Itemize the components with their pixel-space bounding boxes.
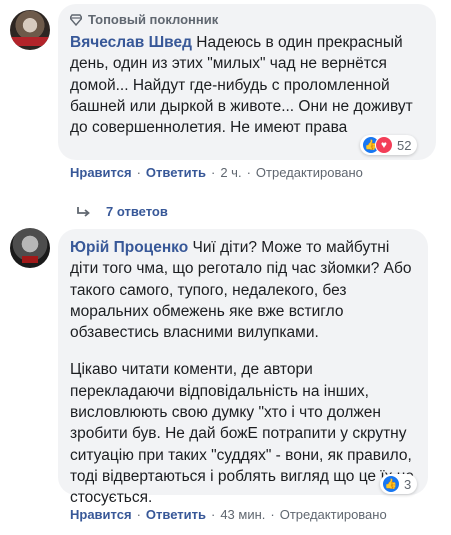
comment-time[interactable]: 43 мин. (220, 507, 265, 522)
comment-author[interactable]: Вячеслав Швед (70, 34, 192, 51)
comment-text: Вячеслав Швед Надеюсь в один прекрасный … (70, 32, 425, 138)
replies-label: 7 ответов (106, 204, 168, 219)
top-fan-badge: Топовый поклонник (70, 12, 218, 27)
like-icon: 👍 (382, 475, 400, 493)
avatar[interactable] (10, 10, 50, 50)
comment-author[interactable]: Юрій Проценко (70, 239, 188, 256)
love-icon: ♥ (375, 136, 393, 154)
reply-button[interactable]: Ответить (146, 507, 206, 522)
like-button[interactable]: Нравится (70, 165, 132, 180)
badge-label: Топовый поклонник (88, 12, 219, 27)
reactions-summary[interactable]: 👍 3 (380, 474, 418, 494)
reaction-count: 52 (397, 137, 412, 153)
diamond-icon (70, 13, 82, 26)
separator: · (270, 507, 275, 522)
separator: · (136, 165, 141, 180)
comment-actions: Нравится · Ответить · 43 мин. · Отредакт… (70, 507, 387, 522)
separator: · (210, 165, 216, 180)
comment-body-paragraph: Цікаво читати коменти, де автори перекла… (70, 361, 414, 507)
edited-label[interactable]: Отредактировано (280, 507, 387, 522)
reply-button[interactable]: Ответить (146, 165, 206, 180)
edited-label[interactable]: Отредактировано (256, 165, 363, 180)
comment-text: Юрій Проценко Чиї діти? Може то майбутні… (70, 237, 420, 509)
separator: · (246, 165, 251, 180)
comment-bubble: Юрій Проценко Чиї діти? Може то майбутні… (58, 229, 428, 506)
reaction-count: 3 (404, 476, 412, 492)
reactions-summary[interactable]: 👍 ♥ 52 (360, 135, 418, 155)
comment-actions: Нравится · Ответить · 2 ч. · Отредактиро… (70, 165, 363, 180)
avatar-badge (10, 37, 50, 46)
reply-arrow-icon (77, 206, 90, 217)
separator: · (136, 507, 141, 522)
avatar-badge (22, 256, 38, 263)
avatar[interactable] (10, 228, 50, 268)
view-replies-link[interactable]: 7 ответов (76, 204, 168, 219)
comment-time[interactable]: 2 ч. (220, 165, 241, 180)
separator: · (210, 507, 216, 522)
like-button[interactable]: Нравится (70, 507, 132, 522)
